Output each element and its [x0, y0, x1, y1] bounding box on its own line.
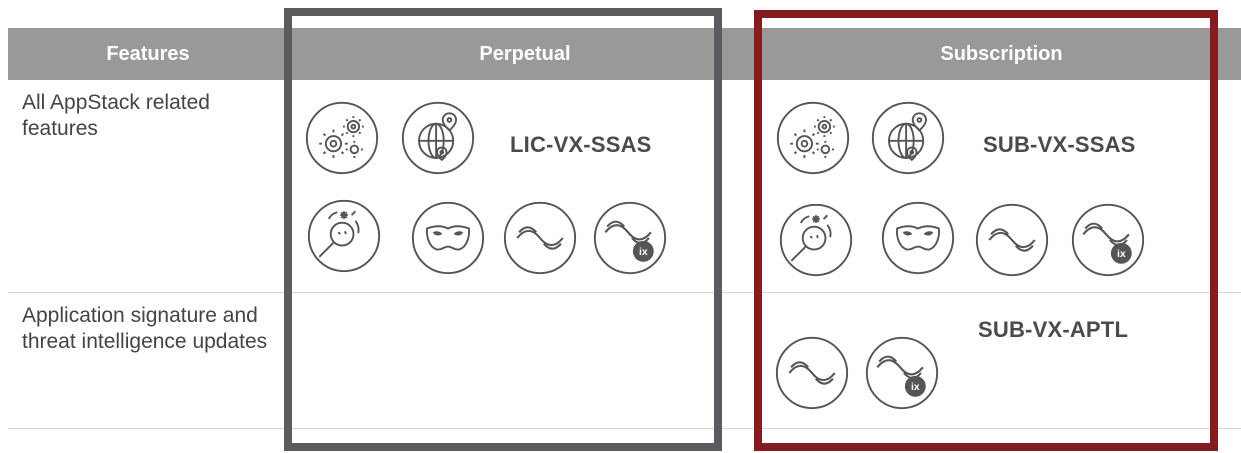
feature-label: All AppStack related features	[22, 91, 210, 140]
feature-label: Application signature and threat intelli…	[22, 304, 268, 353]
header-features: Features	[106, 42, 190, 65]
subscription-highlight-frame	[754, 10, 1218, 451]
perpetual-highlight-frame	[284, 8, 722, 451]
